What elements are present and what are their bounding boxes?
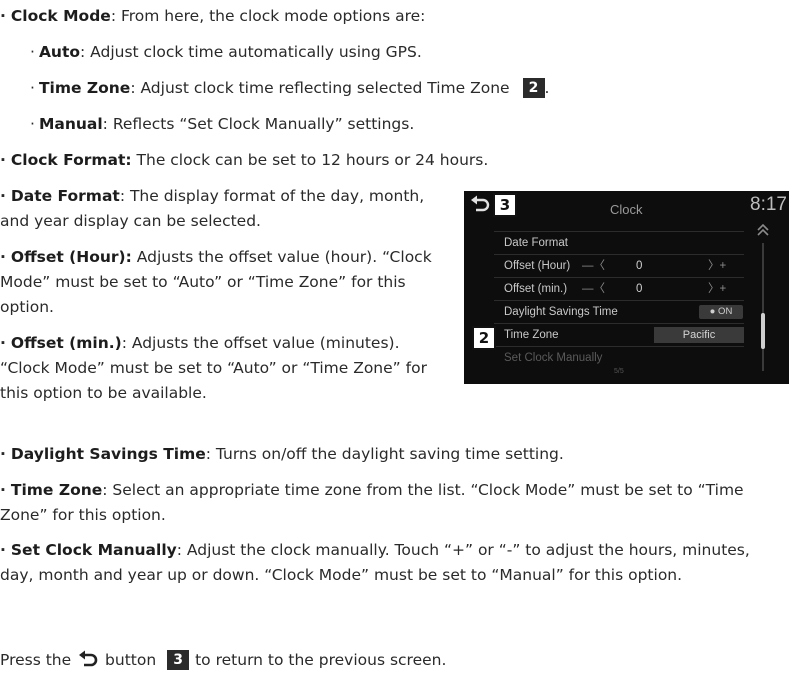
- callout-badge-2: 2: [472, 326, 496, 350]
- row-date-format[interactable]: Date Format: [494, 232, 744, 254]
- screen-title: Clock: [610, 202, 643, 217]
- offset-min-minus-button[interactable]: —〈: [582, 278, 605, 300]
- scrollbar-thumb[interactable]: [761, 313, 765, 349]
- row-offset-min: Offset (min.) —〈 0 〉+: [494, 278, 744, 300]
- bullet-daylight-savings: · Daylight Savings Time: Turns on/off the…: [0, 445, 564, 463]
- offset-hour-value: 0: [636, 260, 643, 272]
- callout-badge-3: 3: [167, 650, 190, 670]
- bullet-set-clock-manually: · Set Clock Manually: Adjust the clock ma…: [0, 541, 750, 584]
- clock-time: 8:17: [750, 194, 787, 215]
- bullet-time-zone: · Time Zone: Select an appropriate time z…: [0, 481, 744, 524]
- time-zone-value: Pacific: [654, 327, 744, 343]
- back-button[interactable]: [470, 195, 490, 213]
- scrollbar-track[interactable]: [762, 243, 764, 371]
- callout-badge-2: 2: [522, 78, 545, 98]
- dst-toggle[interactable]: ● ON: [699, 305, 743, 319]
- offset-min-plus-button[interactable]: 〉+: [708, 278, 726, 300]
- footer-instruction: Press the button 3 to return to the previ…: [0, 648, 446, 676]
- bullet-clock-mode: · Clock Mode: From here, the clock mode o…: [0, 7, 426, 25]
- row-offset-hour: Offset (Hour) —〈 0 〉+: [494, 255, 744, 277]
- bullet-offset-min: · Offset (min.): Adjusts the offset value…: [0, 334, 427, 402]
- bullet-clock-format: · Clock Format: The clock can be set to 1…: [0, 151, 489, 169]
- row-set-clock-manually: Set Clock Manually: [504, 352, 603, 364]
- callout-badge-3: 3: [493, 193, 517, 217]
- row-time-zone[interactable]: Time Zone Pacific: [494, 324, 744, 346]
- sub-bullet-auto: · Auto: Adjust clock time automatically u…: [30, 43, 422, 61]
- offset-min-value: 0: [636, 283, 643, 295]
- row-daylight-savings-time[interactable]: Daylight Savings Time ● ON: [494, 301, 744, 323]
- sub-bullet-time-zone: · Time Zone: Adjust clock time reflecting…: [30, 78, 550, 98]
- back-arrow-icon: [78, 650, 98, 676]
- bullet-date-format: · Date Format: The display format of the …: [0, 187, 425, 230]
- clock-settings-screen: 3 Clock 8:17 Date Format Offset (Hour) —…: [464, 191, 789, 384]
- offset-hour-minus-button[interactable]: —〈: [582, 255, 605, 277]
- page-indicator: 5/5: [614, 368, 624, 375]
- sub-bullet-manual: · Manual: Reflects “Set Clock Manually” s…: [30, 115, 415, 133]
- bullet-offset-hour: · Offset (Hour): Adjusts the offset value…: [0, 248, 432, 316]
- offset-hour-plus-button[interactable]: 〉+: [708, 255, 726, 277]
- screen-header: 3 Clock 8:17: [464, 191, 789, 221]
